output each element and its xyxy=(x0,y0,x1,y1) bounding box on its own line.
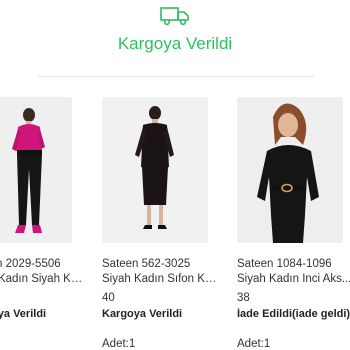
product-quantity: Adet:1 xyxy=(237,338,271,350)
product-image[interactable] xyxy=(0,97,72,243)
product-status: İade Edildi(iade geldi) xyxy=(237,308,350,320)
shipment-status-title: Kargoya Verildi xyxy=(117,34,233,53)
product-code: Sateen 1084-1096 xyxy=(237,258,332,270)
product-image[interactable] xyxy=(102,97,208,243)
product-size: 38 xyxy=(237,292,250,304)
product-name: Siyah Kadın İnci Aks... xyxy=(237,273,350,285)
product-status: Kargoya Verildi xyxy=(102,308,183,320)
product-code: Sateen 2029-5506 xyxy=(0,258,61,270)
product-size: 40 xyxy=(102,292,115,304)
product-quantity: Adet:1 xyxy=(102,338,136,350)
product-status: Kargoya Verildi xyxy=(0,308,47,320)
divider xyxy=(38,76,314,77)
order-shipment-section: Kargoya Verildi Sateen 2029-5506 Siyah K… xyxy=(0,0,350,350)
product-name: Siyah Kadın Sıfon Ko... xyxy=(102,273,220,285)
truck-icon xyxy=(160,7,189,26)
product-image[interactable] xyxy=(237,97,343,243)
product-name: Siyah Kadın Siyah Kemerli ... xyxy=(0,273,84,285)
product-code: Sateen 562-3025 xyxy=(102,258,191,270)
